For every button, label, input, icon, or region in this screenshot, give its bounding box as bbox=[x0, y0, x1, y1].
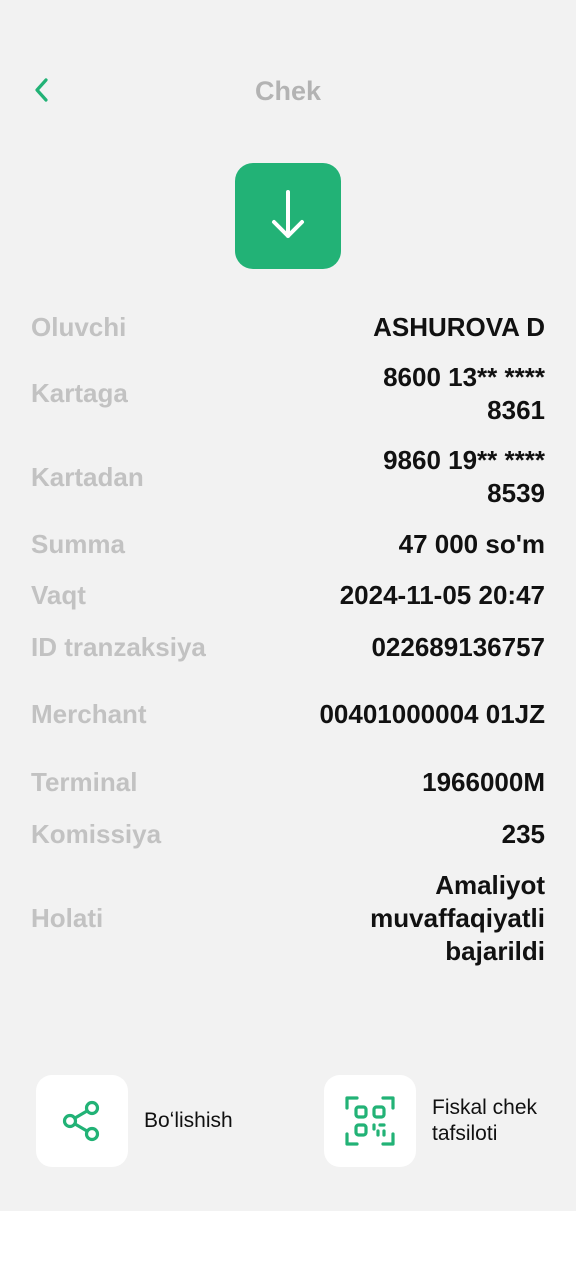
fiscal-icon-box[interactable] bbox=[324, 1075, 416, 1167]
merchant-label: Merchant bbox=[31, 699, 147, 729]
status-value: Amaliyot muvaffaqiyatli bajarildi bbox=[370, 869, 545, 966]
share-icon bbox=[62, 1100, 100, 1142]
fiscal-receipt-label: Fiskal chek tafsiloti bbox=[432, 1096, 538, 1145]
amount-value: 47 000 so'm bbox=[398, 528, 545, 559]
to-card-label: Kartaga bbox=[31, 378, 128, 408]
time-value: 2024-11-05 20:47 bbox=[339, 580, 545, 610]
recipient-label: Oluvchi bbox=[31, 311, 127, 342]
detail-row-to-card: Kartaga 8600 13** **** 8361 bbox=[31, 348, 545, 439]
download-button[interactable] bbox=[235, 163, 341, 269]
share-button[interactable]: Boʻlishish bbox=[36, 1075, 233, 1167]
share-icon-box[interactable] bbox=[36, 1075, 128, 1167]
page-title: Chek bbox=[254, 76, 322, 106]
time-label: Vaqt bbox=[31, 580, 86, 610]
detail-row-transaction-id: ID tranzaksiya 022689136757 bbox=[31, 618, 545, 676]
recipient-value: ASHUROVA D bbox=[373, 311, 545, 342]
detail-row-status: Holati Amaliyot muvaffaqiyatli bajarildi bbox=[31, 857, 545, 979]
qr-scan-icon bbox=[345, 1096, 395, 1146]
status-label: Holati bbox=[31, 902, 104, 933]
merchant-value: 00401000004 01JZ bbox=[319, 699, 545, 729]
detail-row-terminal: Terminal 1966000M bbox=[31, 753, 545, 811]
from-card-value: 9860 19** **** 8539 bbox=[383, 445, 545, 508]
to-card-value: 8600 13** **** 8361 bbox=[383, 361, 545, 425]
detail-row-merchant: Merchant 00401000004 01JZ bbox=[31, 676, 545, 753]
transaction-id-label: ID tranzaksiya bbox=[31, 631, 206, 662]
share-label: Boʻlishish bbox=[144, 1109, 233, 1132]
transaction-id-value: 022689136757 bbox=[371, 631, 545, 662]
detail-row-time: Vaqt 2024-11-05 20:47 bbox=[31, 573, 545, 618]
detail-row-recipient: Oluvchi ASHUROVA D bbox=[31, 306, 545, 348]
amount-label: Summa bbox=[31, 528, 125, 559]
terminal-label: Terminal bbox=[31, 766, 138, 797]
detail-row-from-card: Kartadan 9860 19** **** 8539 bbox=[31, 439, 545, 515]
fiscal-receipt-button[interactable]: Fiskal chek tafsiloti bbox=[324, 1075, 562, 1167]
commission-label: Komissiya bbox=[31, 818, 162, 849]
arrow-down-icon bbox=[272, 190, 304, 238]
detail-row-commission: Komissiya 235 bbox=[31, 811, 545, 857]
receipt-details: Oluvchi ASHUROVA D Kartaga 8600 13** ***… bbox=[31, 306, 545, 979]
receipt-screen: Chek Oluvchi ASHUROVA D Kartaga 8600 13*… bbox=[0, 0, 576, 1211]
detail-row-amount: Summa 47 000 so'm bbox=[31, 515, 545, 573]
commission-value: 235 bbox=[501, 818, 545, 849]
from-card-label: Kartadan bbox=[31, 461, 144, 492]
terminal-value: 1966000M bbox=[422, 766, 545, 797]
